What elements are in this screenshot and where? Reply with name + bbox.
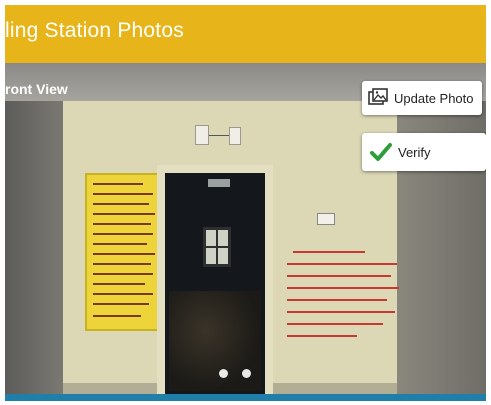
photo-yellow-notice [85,173,161,331]
carousel-dot[interactable] [242,369,251,378]
photo-switch-box [229,127,241,145]
app-header: ling Station Photos [5,5,486,63]
photo-red-wall-text [287,243,403,347]
page-title: ling Station Photos [5,19,184,42]
photo-wire [209,135,229,136]
photo-left-wall [5,101,63,398]
update-photo-label: Update Photo [394,90,474,106]
verify-label: Verify [398,144,431,160]
photo-switch-box [195,125,209,145]
polling-station-photo[interactable]: ront View Update Photo Verify [5,63,486,398]
update-photo-button[interactable]: Update Photo [362,81,482,115]
photo-view-label: ront View [5,81,68,97]
carousel-indicator [5,366,486,382]
app-frame: ling Station Photos ront View Update Pho… [5,5,486,401]
image-icon [368,88,388,108]
photo-meter [317,213,335,225]
verify-button[interactable]: Verify [362,133,486,171]
checkmark-icon [370,142,392,162]
photo-door-sign [208,179,230,187]
bottom-accent-bar [5,394,486,401]
carousel-dot[interactable] [219,369,228,378]
